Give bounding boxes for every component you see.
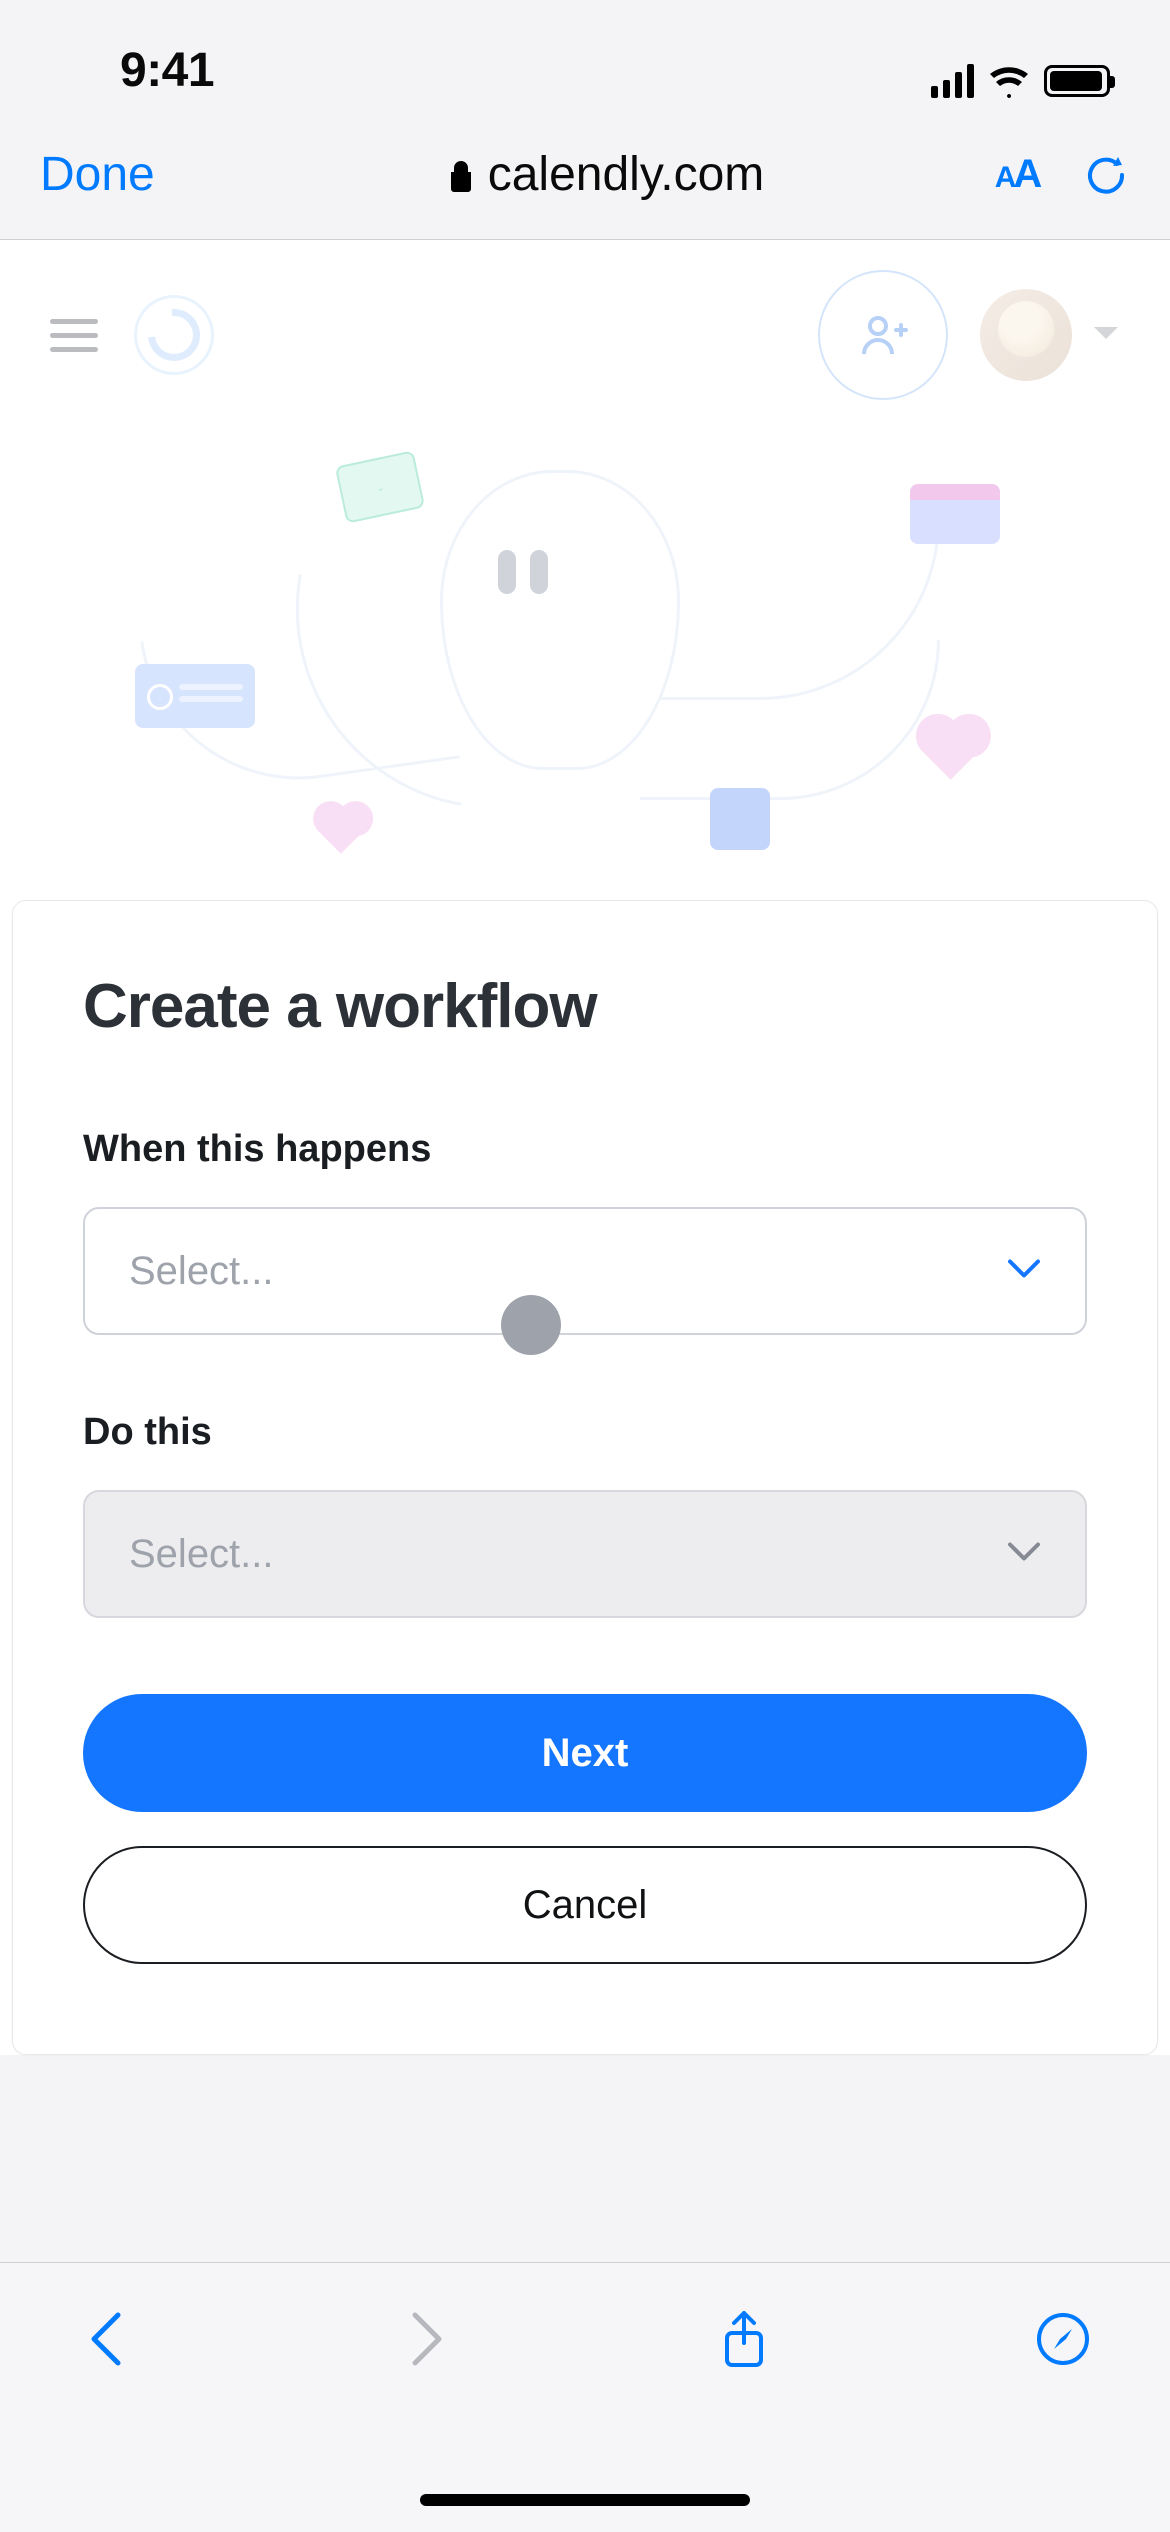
- menu-button[interactable]: [50, 319, 98, 352]
- user-avatar[interactable]: [980, 289, 1072, 381]
- trigger-select-placeholder: Select...: [129, 1249, 274, 1294]
- action-select-placeholder: Select...: [129, 1532, 274, 1577]
- create-workflow-panel: Create a workflow When this happens Sele…: [12, 900, 1158, 2055]
- cellular-signal-icon: [931, 64, 974, 98]
- calendly-logo[interactable]: [134, 295, 214, 375]
- wifi-icon: [988, 64, 1030, 98]
- cancel-button[interactable]: Cancel: [83, 1846, 1087, 1964]
- back-button[interactable]: [80, 2309, 134, 2369]
- action-select[interactable]: Select...: [83, 1490, 1087, 1618]
- browser-toolbar: [0, 2262, 1170, 2532]
- status-time: 9:41: [120, 43, 214, 98]
- trigger-label: When this happens: [83, 1128, 1087, 1171]
- battery-icon: [1044, 65, 1110, 97]
- share-button[interactable]: [717, 2309, 771, 2369]
- status-icons: [931, 64, 1110, 98]
- account-menu-caret-icon[interactable]: [1092, 323, 1120, 348]
- page-content: Create a workflow When this happens Sele…: [0, 240, 1170, 2055]
- url-display[interactable]: calendly.com: [240, 147, 972, 202]
- lock-icon: [448, 158, 474, 192]
- chevron-down-icon: [1007, 1258, 1041, 1285]
- invite-user-button[interactable]: [818, 270, 948, 400]
- forward-button: [399, 2309, 453, 2369]
- trigger-select[interactable]: Select...: [83, 1207, 1087, 1335]
- workflow-hero-illustration: [0, 430, 1170, 900]
- panel-title: Create a workflow: [83, 971, 1087, 1042]
- home-indicator: [420, 2494, 750, 2506]
- text-size-button[interactable]: AA: [972, 152, 1062, 197]
- browser-address-bar: Done calendly.com AA: [0, 110, 1170, 240]
- action-label: Do this: [83, 1411, 1087, 1454]
- safari-compass-button[interactable]: [1036, 2309, 1090, 2369]
- reload-button[interactable]: [1082, 151, 1130, 199]
- status-bar: 9:41: [0, 0, 1170, 110]
- done-button[interactable]: Done: [40, 147, 240, 202]
- cursor-indicator: [501, 1295, 561, 1355]
- app-header: [0, 240, 1170, 430]
- next-button[interactable]: Next: [83, 1694, 1087, 1812]
- chevron-down-icon: [1007, 1541, 1041, 1568]
- url-host: calendly.com: [488, 147, 765, 202]
